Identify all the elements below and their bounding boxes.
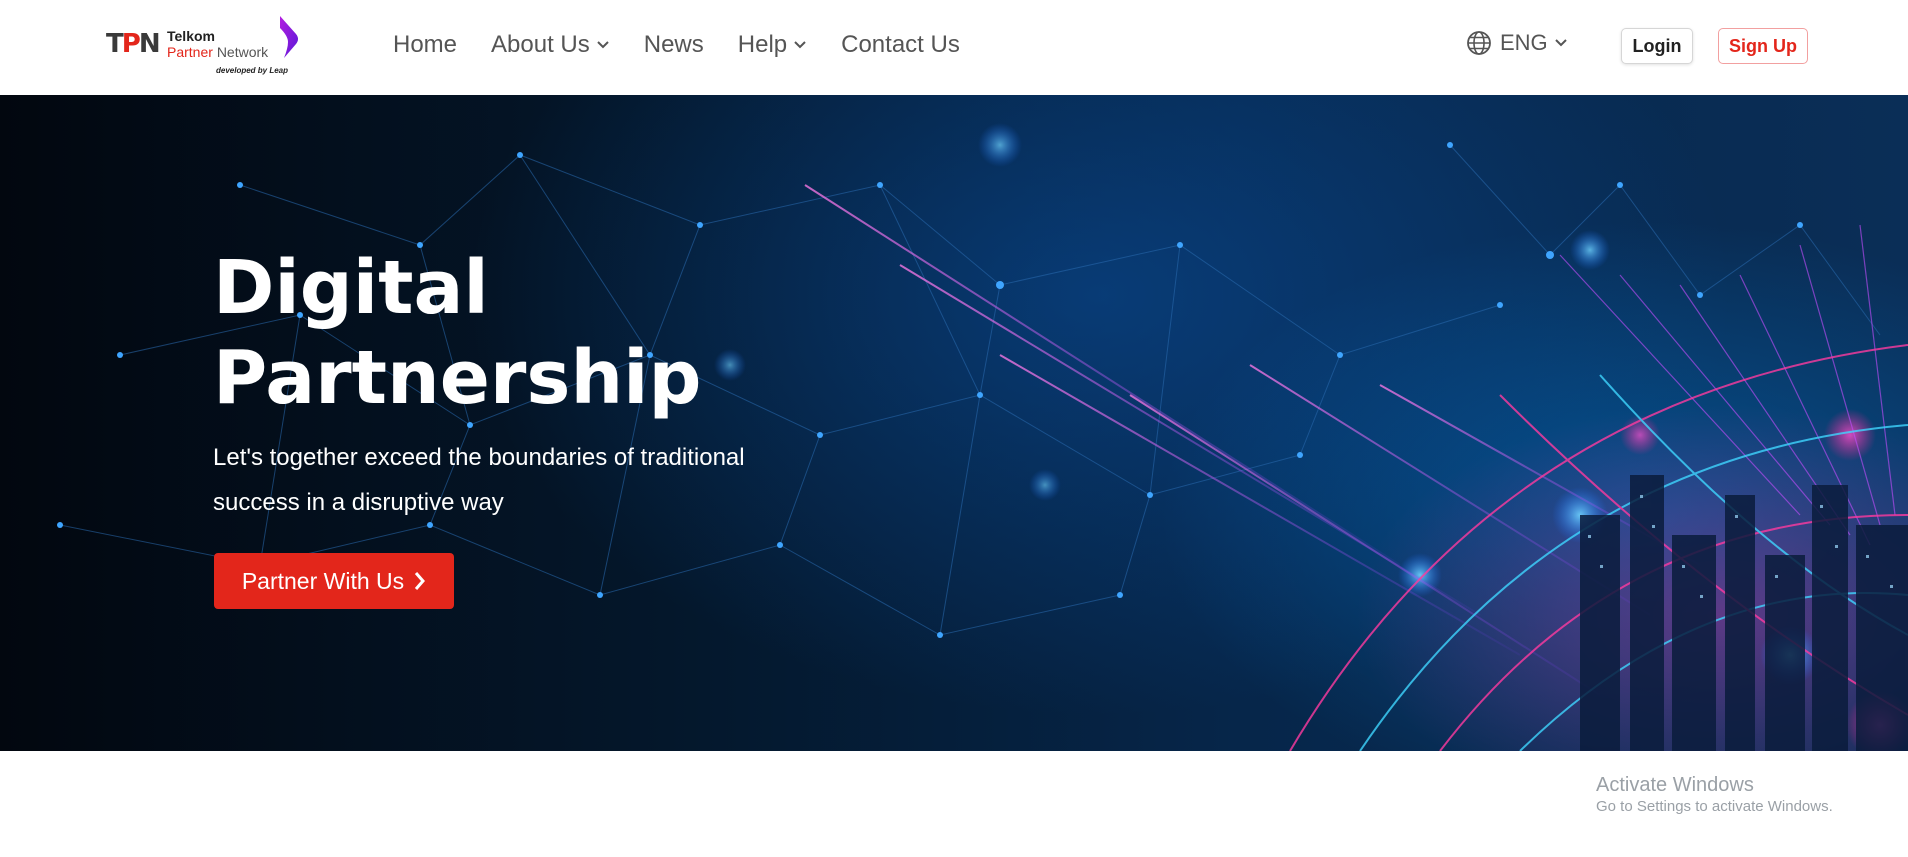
hero-subtitle-line2: success in a disruptive way bbox=[213, 489, 504, 516]
hero-subtitle: Let's together exceed the boundaries of … bbox=[213, 435, 813, 525]
nav-about-us-label: About Us bbox=[491, 31, 590, 58]
logo-swoosh-icon bbox=[280, 16, 298, 58]
logo-developed-by: developed by Leap bbox=[216, 66, 289, 75]
watermark-subtitle: Go to Settings to activate Windows. bbox=[1596, 798, 1833, 815]
activate-windows-watermark: Activate Windows Go to Settings to activ… bbox=[1596, 773, 1833, 817]
main-nav: Home About Us News Help Contact Us bbox=[393, 0, 994, 90]
logo-mark: TPN bbox=[106, 29, 161, 59]
tpn-logo[interactable]: TPN Telkom Partner Network developed by … bbox=[106, 14, 306, 80]
login-button[interactable]: Login bbox=[1621, 28, 1693, 64]
hero-subtitle-line1: Let's together exceed the boundaries of … bbox=[213, 444, 745, 471]
logo-text-telkom: Telkom bbox=[167, 28, 215, 44]
chevron-down-icon bbox=[794, 41, 806, 49]
globe-icon bbox=[1467, 31, 1491, 55]
hero-title-line1: Digital bbox=[213, 245, 489, 331]
site-header: TPN Telkom Partner Network developed by … bbox=[0, 0, 1908, 95]
signup-button[interactable]: Sign Up bbox=[1718, 28, 1808, 64]
language-label: ENG bbox=[1500, 30, 1548, 55]
logo-text-partner-network: Partner Network bbox=[167, 44, 269, 60]
page: TPN Telkom Partner Network developed by … bbox=[0, 0, 1908, 857]
hero-title-line2: Partnership bbox=[213, 335, 702, 421]
nav-help-label: Help bbox=[737, 31, 788, 58]
nav-news-label: News bbox=[643, 31, 704, 58]
partner-with-us-label: Partner With Us bbox=[241, 567, 405, 594]
hero-title: Digital Partnership bbox=[213, 243, 701, 423]
nav-about-us[interactable]: About Us bbox=[491, 31, 610, 59]
network-background-image bbox=[57, 123, 1908, 751]
partner-with-us-button[interactable]: Partner With Us bbox=[214, 553, 454, 609]
chevron-down-icon bbox=[1554, 39, 1567, 47]
nav-contact-us[interactable]: Contact Us bbox=[841, 31, 960, 59]
nav-news[interactable]: News bbox=[644, 31, 704, 59]
nav-contact-us-label: Contact Us bbox=[841, 31, 960, 58]
nav-help[interactable]: Help bbox=[738, 31, 807, 59]
nav-home-label: Home bbox=[393, 31, 458, 58]
chevron-down-icon bbox=[597, 41, 609, 49]
chevron-right-icon bbox=[415, 572, 426, 590]
hero-banner: Digital Partnership Let's together excee… bbox=[0, 95, 1908, 751]
language-selector[interactable]: ENG bbox=[1466, 30, 1568, 56]
nav-home[interactable]: Home bbox=[393, 31, 457, 59]
watermark-title: Activate Windows bbox=[1596, 774, 1754, 796]
